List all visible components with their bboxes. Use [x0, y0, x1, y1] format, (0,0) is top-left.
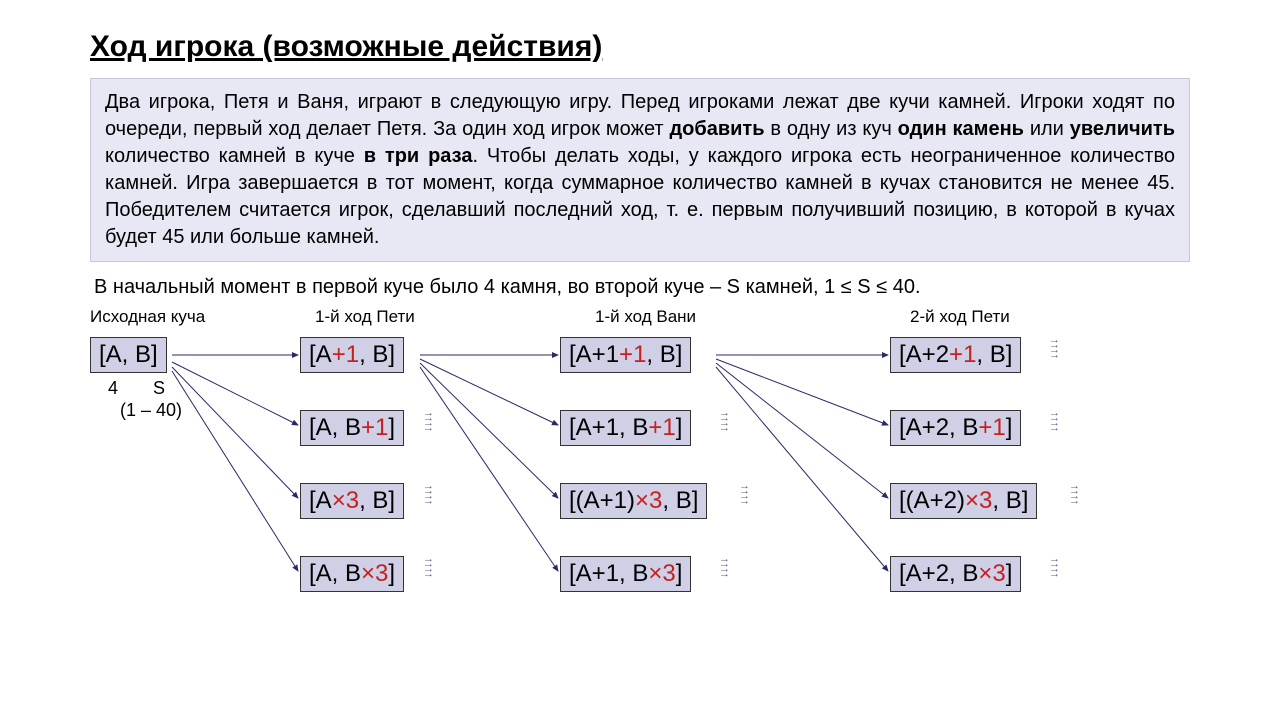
txt: , B] [359, 341, 395, 368]
txt: , B] [992, 487, 1028, 514]
txt: [(A+2) [899, 487, 965, 514]
txt: , B] [646, 341, 682, 368]
op: ×3 [965, 487, 992, 514]
state-c2r3: [(A+1)×3, B] [560, 483, 707, 519]
fanout-icon: →→→→ [1049, 338, 1059, 358]
op: ×3 [332, 487, 359, 514]
initial-note: В начальный момент в первой куче было 4 … [94, 276, 1186, 299]
page-title: Ход игрока (возможные действия) [90, 30, 1190, 64]
txt: [A+1, B [569, 560, 648, 587]
op: +1 [361, 414, 388, 441]
txt: , B] [976, 341, 1012, 368]
fanout-icon: →→→→ [1069, 484, 1079, 504]
panel-text: в одну из куч [765, 118, 898, 140]
txt: [A+1, B [569, 414, 648, 441]
txt: , B] [359, 487, 395, 514]
op: +1 [332, 341, 359, 368]
txt: ] [1006, 560, 1013, 587]
state-c3r3: [(A+2)×3, B] [890, 483, 1037, 519]
state-c2r4: [A+1, B×3] [560, 556, 691, 592]
txt: [A [309, 341, 332, 368]
panel-text: или [1024, 118, 1070, 140]
bold-increase: увеличить [1070, 118, 1175, 140]
state-c3r4: [A+2, B×3] [890, 556, 1021, 592]
fanout-icon: →→→→ [423, 484, 433, 504]
bold-add: добавить [669, 118, 764, 140]
fanout-icon: →→→→ [739, 484, 749, 504]
txt: [A, B [309, 560, 361, 587]
state-c1r2: [A, B+1] [300, 410, 404, 446]
txt: ] [1006, 414, 1013, 441]
op: +1 [648, 414, 675, 441]
state-c3r2: [A+2, B+1] [890, 410, 1021, 446]
col-head-v1: 1-й ход Вани [595, 307, 696, 327]
op: +1 [949, 341, 976, 368]
col-head-p1: 1-й ход Пети [315, 307, 415, 327]
txt: ] [676, 414, 683, 441]
txt: [A+2, B [899, 560, 978, 587]
txt: [A+2, B [899, 414, 978, 441]
game-tree-diagram: Исходная куча 1-й ход Пети 1-й ход Вани … [90, 307, 1190, 637]
bold-three-times: в три раза [364, 145, 473, 167]
op: ×3 [361, 560, 388, 587]
bold-one-stone: один камень [898, 118, 1024, 140]
state-c1r3: [A×3, B] [300, 483, 404, 519]
op: ×3 [648, 560, 675, 587]
fanout-icon: →→→→ [423, 411, 433, 431]
txt: [A [309, 487, 332, 514]
txt: , B] [662, 487, 698, 514]
root-range: (1 – 40) [120, 399, 182, 422]
state-c1r4: [A, B×3] [300, 556, 404, 592]
panel-text: количество камней в куче [105, 145, 364, 167]
problem-panel: Два игрока, Петя и Ваня, играют в следую… [90, 78, 1190, 262]
col-head-initial: Исходная куча [90, 307, 205, 327]
txt: ] [388, 414, 395, 441]
txt: [(A+1) [569, 487, 635, 514]
state-root: [A, B] [90, 337, 167, 373]
state-c3r1: [A+2+1, B] [890, 337, 1021, 373]
state-c2r1: [A+1+1, B] [560, 337, 691, 373]
state-c1r1: [A+1, B] [300, 337, 404, 373]
fanout-icon: →→→→ [1049, 411, 1059, 431]
col-head-p2: 2-й ход Пети [910, 307, 1010, 327]
fanout-icon: →→→→ [423, 557, 433, 577]
fanout-icon: →→→→ [719, 411, 729, 431]
txt: ] [388, 560, 395, 587]
op: +1 [978, 414, 1005, 441]
txt: [A+2 [899, 341, 949, 368]
root-values: 4 S [108, 377, 165, 400]
op: ×3 [635, 487, 662, 514]
state-c2r2: [A+1, B+1] [560, 410, 691, 446]
fanout-icon: →→→→ [719, 557, 729, 577]
fanout-icon: →→→→ [1049, 557, 1059, 577]
op: +1 [619, 341, 646, 368]
txt: [A, B [309, 414, 361, 441]
op: ×3 [978, 560, 1005, 587]
txt: [A+1 [569, 341, 619, 368]
txt: ] [676, 560, 683, 587]
